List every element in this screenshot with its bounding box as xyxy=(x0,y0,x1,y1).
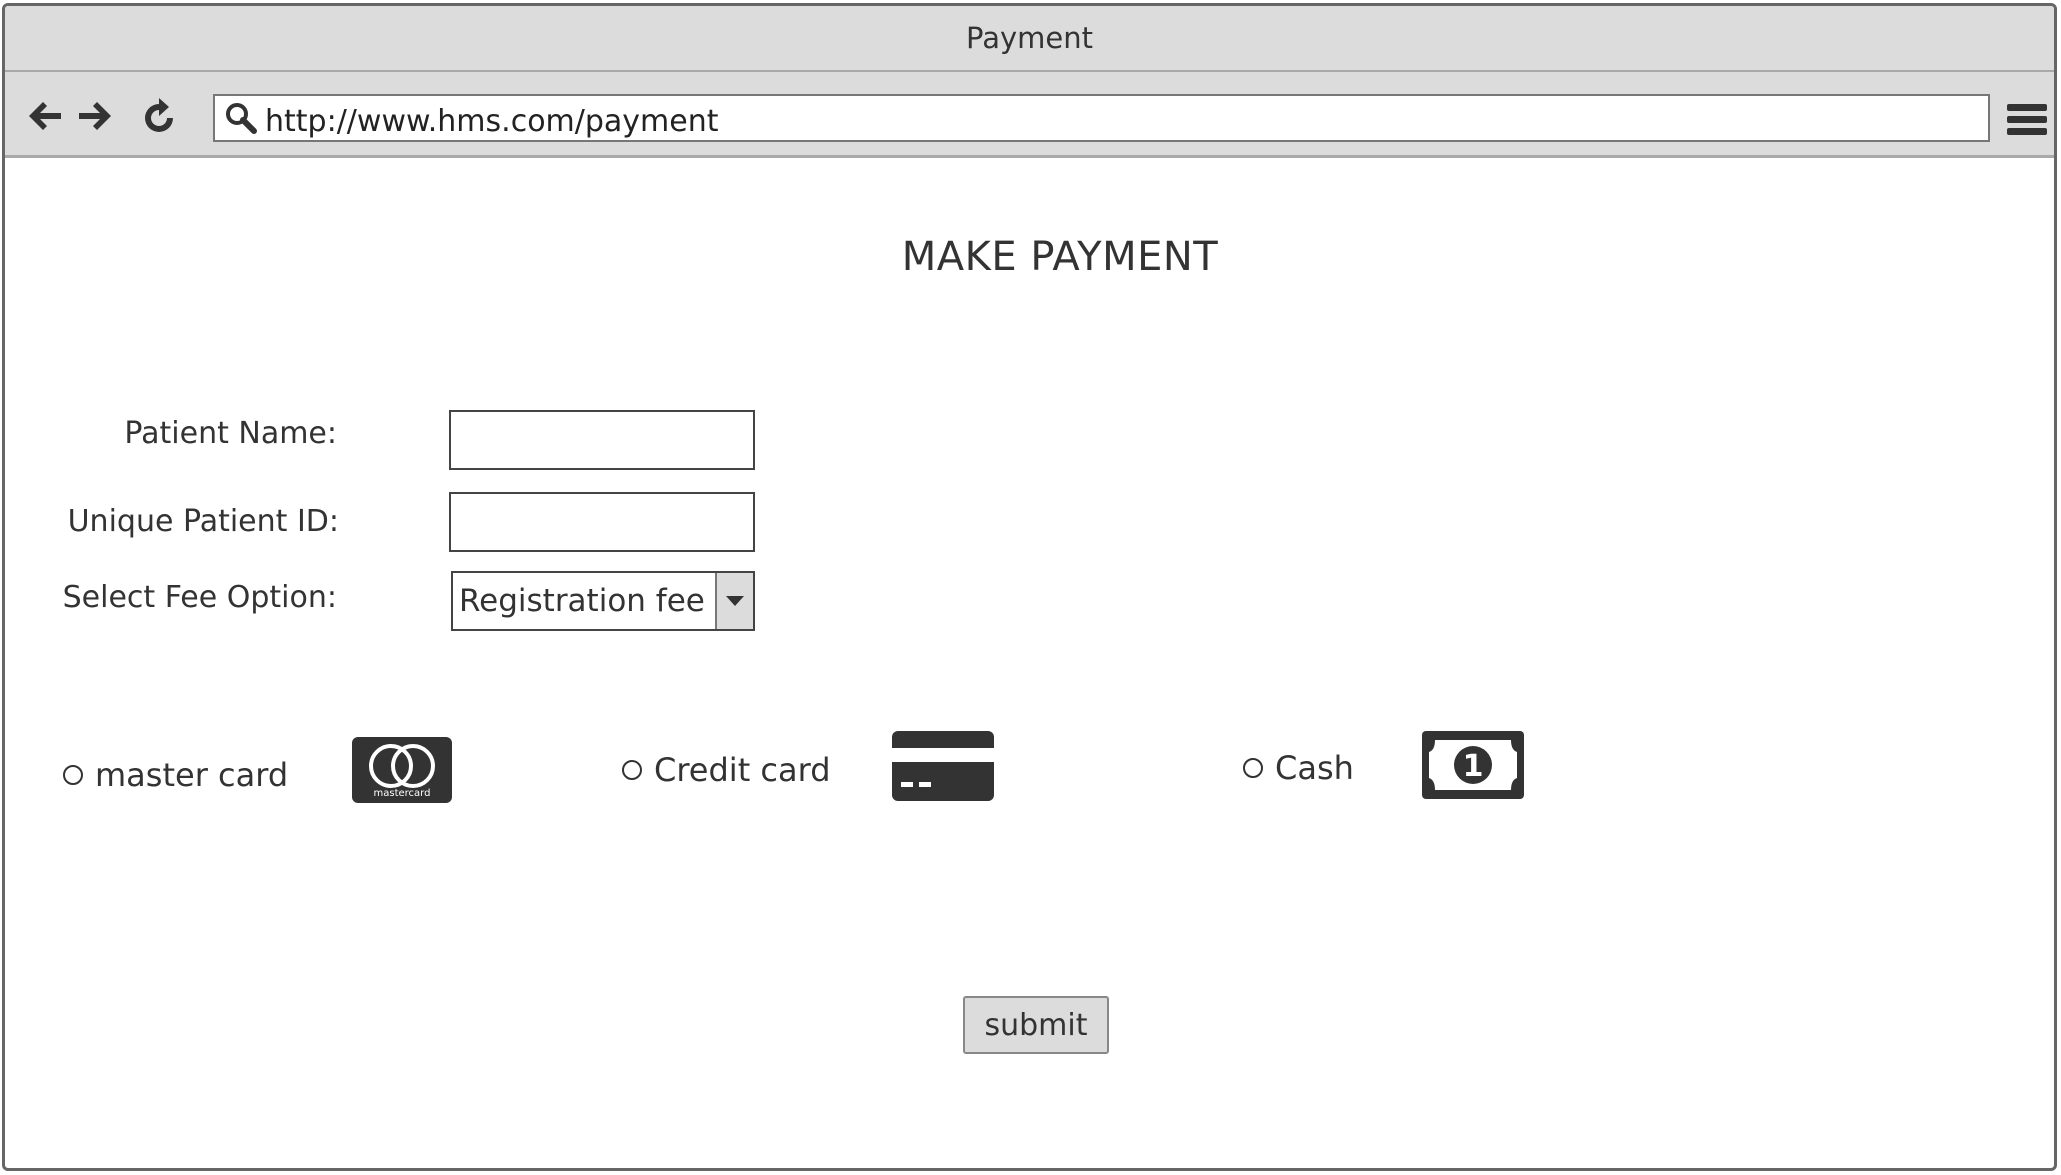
chevron-down-icon xyxy=(715,573,753,629)
submit-button[interactable]: submit xyxy=(963,996,1109,1054)
browser-window: Payment http://www.hms.com/payment MAKE … xyxy=(2,3,2057,1171)
cash-icon: 1 xyxy=(1422,731,1524,799)
reload-icon xyxy=(145,98,173,132)
radio-cash[interactable]: Cash xyxy=(1243,749,1354,787)
address-bar[interactable] xyxy=(213,94,1990,142)
credit-card-icon xyxy=(892,731,994,801)
arrow-right-icon xyxy=(79,102,111,130)
radio-cash-label: Cash xyxy=(1275,749,1354,787)
window-title: Payment xyxy=(966,21,1093,55)
url-input[interactable] xyxy=(261,101,1988,141)
radio-master-card-label: master card xyxy=(95,756,289,794)
page-content: MAKE PAYMENT Patient Name: Unique Patien… xyxy=(5,158,2054,1168)
mastercard-icon-text: mastercard xyxy=(374,788,431,799)
arrow-left-icon xyxy=(29,102,61,130)
reload-button[interactable] xyxy=(137,94,181,138)
radio-master-card[interactable]: master card xyxy=(63,756,288,794)
browser-toolbar xyxy=(5,72,2054,158)
fee-option-select[interactable]: Registration fee xyxy=(451,571,755,631)
cash-icon-text: 1 xyxy=(1463,749,1484,784)
radio-button[interactable] xyxy=(63,765,83,785)
radio-button[interactable] xyxy=(1243,758,1263,778)
patient-id-field[interactable] xyxy=(449,492,755,552)
patient-id-label: Unique Patient ID: xyxy=(67,504,339,539)
radio-button[interactable] xyxy=(622,760,642,780)
back-button[interactable] xyxy=(23,94,67,138)
radio-credit-card[interactable]: Credit card xyxy=(622,751,831,789)
page-title: MAKE PAYMENT xyxy=(901,234,1219,280)
fee-option-label: Select Fee Option: xyxy=(62,580,337,615)
fee-option-selected-value: Registration fee xyxy=(459,583,705,619)
window-titlebar: Payment xyxy=(5,6,2054,72)
patient-name-field[interactable] xyxy=(449,410,755,470)
mastercard-icon: mastercard xyxy=(352,737,452,803)
browser-menu-button[interactable] xyxy=(2005,100,2049,140)
patient-name-label: Patient Name: xyxy=(124,416,337,451)
search-icon xyxy=(221,98,261,138)
hamburger-menu-icon xyxy=(2007,104,2047,135)
forward-button[interactable] xyxy=(73,94,117,138)
radio-credit-card-label: Credit card xyxy=(654,751,831,789)
